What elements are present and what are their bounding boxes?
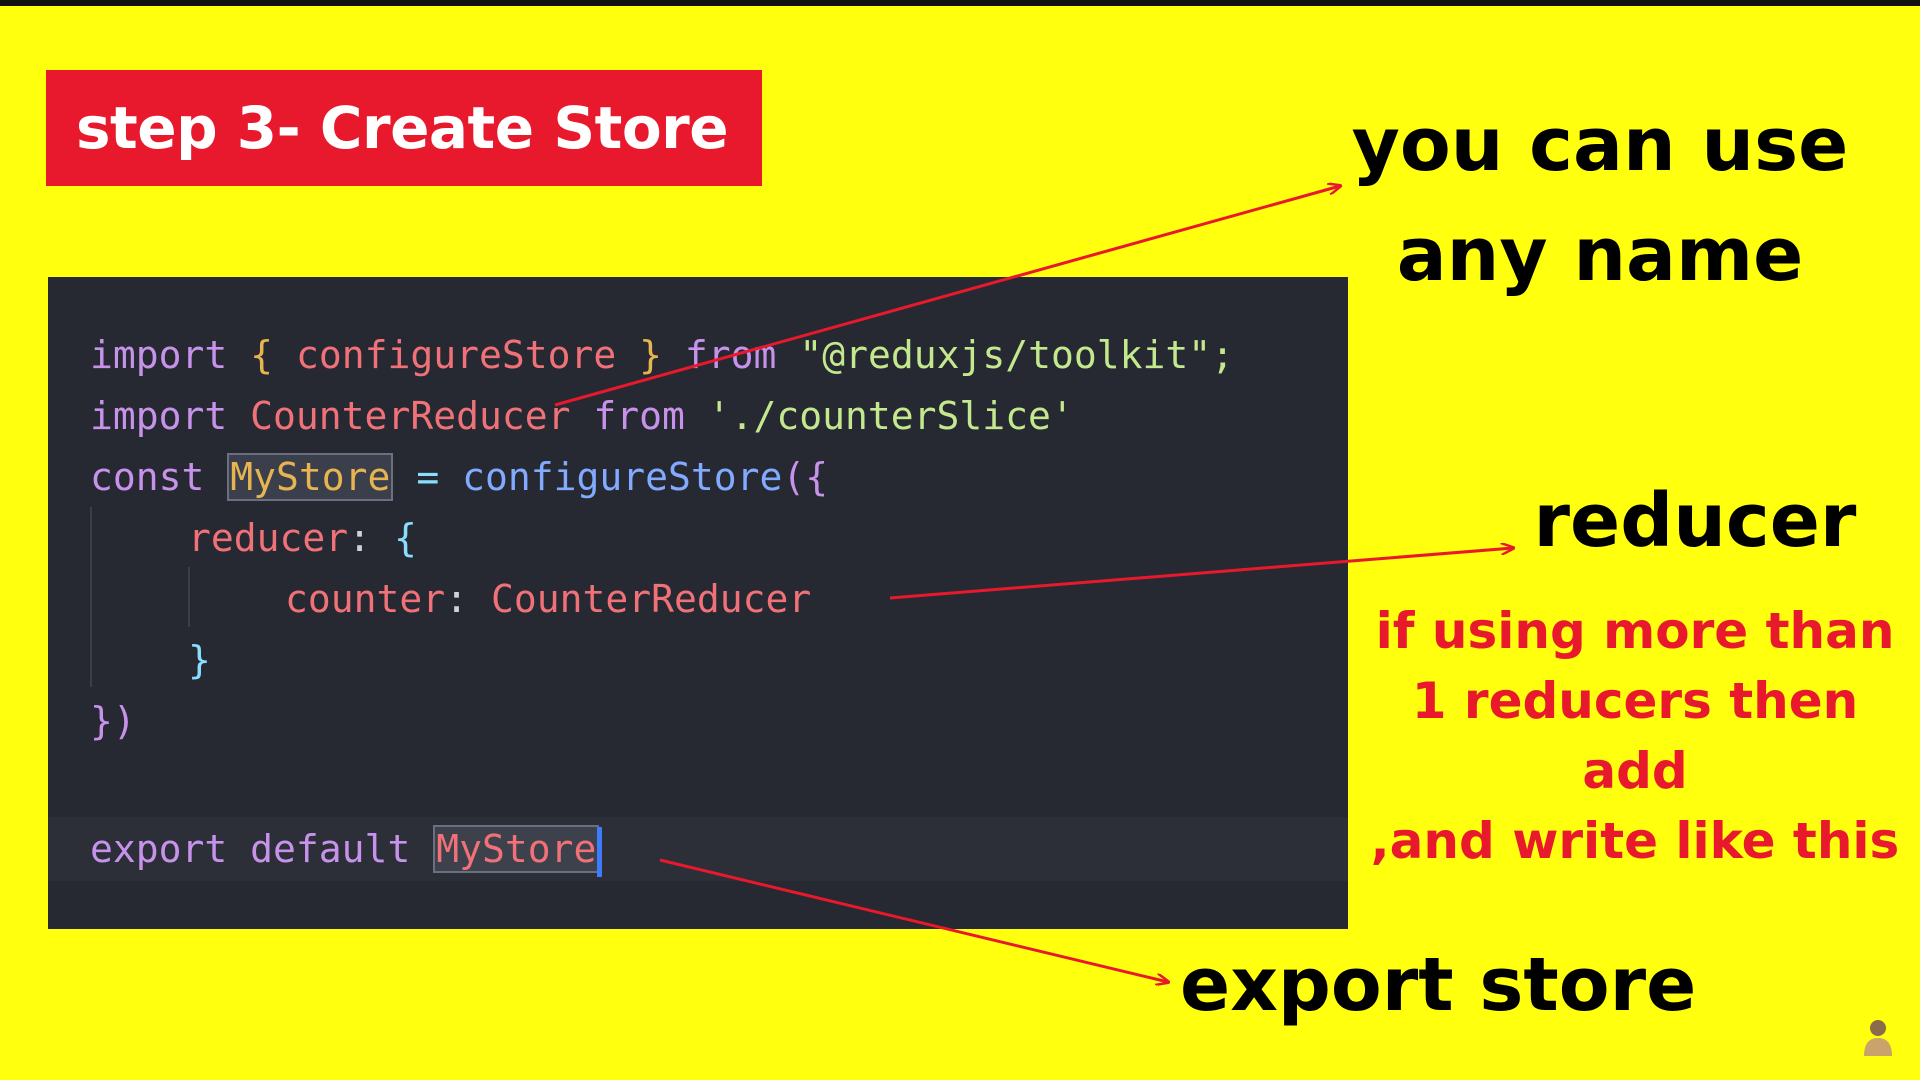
annotation-any-name: you can use any name bbox=[1340, 90, 1860, 310]
annotation-line: any name bbox=[1396, 212, 1804, 298]
annotation-multiple-reducers-note: if using more than 1 reducers then add ,… bbox=[1365, 596, 1905, 876]
presenter-avatar-icon bbox=[1864, 1020, 1892, 1056]
note-line: ,and write like this bbox=[1370, 812, 1900, 870]
annotation-line: you can use bbox=[1351, 102, 1849, 188]
note-line: if using more than bbox=[1375, 602, 1895, 660]
arrow-any-name bbox=[554, 186, 1340, 407]
arrow-reducer bbox=[889, 548, 1513, 600]
note-line: 1 reducers then add bbox=[1411, 672, 1859, 800]
annotation-reducer: reducer bbox=[1533, 478, 1857, 564]
arrow-export bbox=[659, 858, 1168, 982]
annotation-export-store: export store bbox=[1180, 942, 1697, 1028]
